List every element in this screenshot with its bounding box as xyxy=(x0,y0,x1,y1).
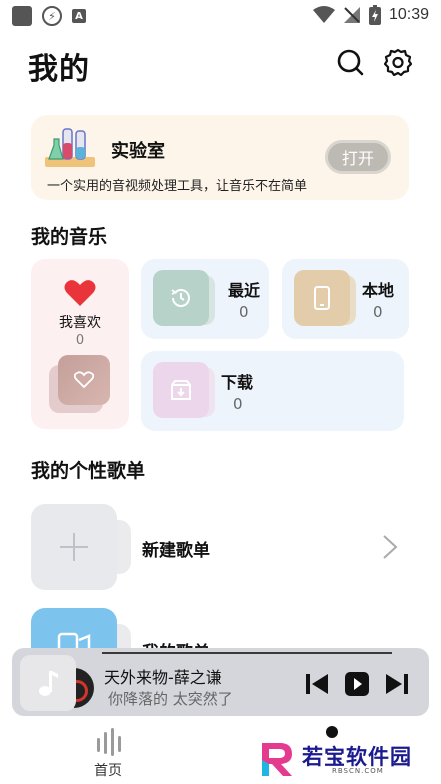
lab-title: 实验室 xyxy=(111,141,165,162)
mini-player[interactable]: 天外来物-薛之谦 你降落的 太突然了 xyxy=(12,648,429,716)
phone-icon xyxy=(314,286,330,310)
lab-description: 一个实用的音视频处理工具，让音乐不在简单 xyxy=(47,179,308,194)
previous-icon[interactable] xyxy=(304,672,330,696)
status-bar: ⚡ A 10:39 xyxy=(0,0,441,32)
wifi-icon xyxy=(312,6,335,23)
playlist-icon xyxy=(57,632,91,648)
download-cover xyxy=(153,362,209,418)
favorites-count: 0 xyxy=(75,333,85,348)
flash-icon: ⚡ xyxy=(42,6,62,26)
watermark-logo xyxy=(262,743,292,776)
local-label: 本地 xyxy=(362,281,395,300)
local-tile[interactable]: 本地 0 xyxy=(282,259,409,339)
heart-outline-icon xyxy=(74,371,94,389)
watermark-site: RBSCN.COM xyxy=(332,767,384,775)
download-tile[interactable]: 下载 0 xyxy=(141,351,404,431)
download-box-icon xyxy=(171,380,191,400)
search-icon[interactable] xyxy=(336,48,364,76)
lab-flasks-icon xyxy=(45,128,95,167)
no-signal-icon xyxy=(343,7,360,23)
play-icon[interactable] xyxy=(344,672,370,696)
my-music-title: 我的音乐 xyxy=(31,226,108,248)
notification-app-icon xyxy=(12,6,32,26)
playlists-title: 我的个性歌单 xyxy=(31,460,146,482)
new-playlist-cover xyxy=(31,504,117,590)
clock: 10:39 xyxy=(388,6,429,23)
nav-active-dot xyxy=(326,726,338,738)
favorites-cover xyxy=(58,355,110,405)
new-playlist-label: 新建歌单 xyxy=(142,541,210,561)
local-cover xyxy=(294,270,350,326)
my-playlist-cover xyxy=(31,608,117,648)
chevron-right-icon xyxy=(383,535,398,559)
playback-progress[interactable] xyxy=(102,652,392,654)
a-badge-icon: A xyxy=(72,9,86,23)
clock-icon xyxy=(171,289,190,307)
recent-count: 0 xyxy=(239,303,249,321)
my-playlist-row[interactable]: 我的歌单 xyxy=(31,608,411,648)
watermark: 若宝软件园 RBSCN.COM xyxy=(258,740,422,780)
home-bars-icon[interactable] xyxy=(96,728,124,756)
heart-icon xyxy=(64,280,96,306)
favorites-label: 我喜欢 xyxy=(59,315,101,331)
song-lyric: 你降落的 太突然了 xyxy=(108,690,233,708)
album-art[interactable] xyxy=(20,655,76,711)
music-note-icon xyxy=(39,671,58,696)
page-title: 我的 xyxy=(28,52,90,87)
song-title: 天外来物-薛之谦 xyxy=(104,668,222,687)
recent-tile[interactable]: 最近 0 xyxy=(141,259,269,339)
my-playlist-label: 我的歌单 xyxy=(142,638,210,648)
favorites-card[interactable]: 我喜欢 0 xyxy=(31,259,129,429)
lab-card[interactable]: 实验室 一个实用的音视频处理工具，让音乐不在简单 打开 xyxy=(31,115,409,200)
download-count: 0 xyxy=(233,395,243,413)
recent-cover xyxy=(153,270,209,326)
download-label: 下载 xyxy=(221,373,254,392)
plus-icon xyxy=(60,533,88,561)
local-count: 0 xyxy=(373,303,383,321)
nav-home-label[interactable]: 首页 xyxy=(94,760,122,780)
lab-open-button[interactable]: 打开 xyxy=(325,140,391,174)
vinyl-disc-icon xyxy=(74,668,94,708)
recent-label: 最近 xyxy=(228,281,261,300)
next-icon[interactable] xyxy=(384,672,410,696)
new-playlist-row[interactable]: 新建歌单 xyxy=(31,504,411,590)
gear-icon[interactable] xyxy=(384,48,412,76)
battery-charging-icon xyxy=(368,5,381,25)
